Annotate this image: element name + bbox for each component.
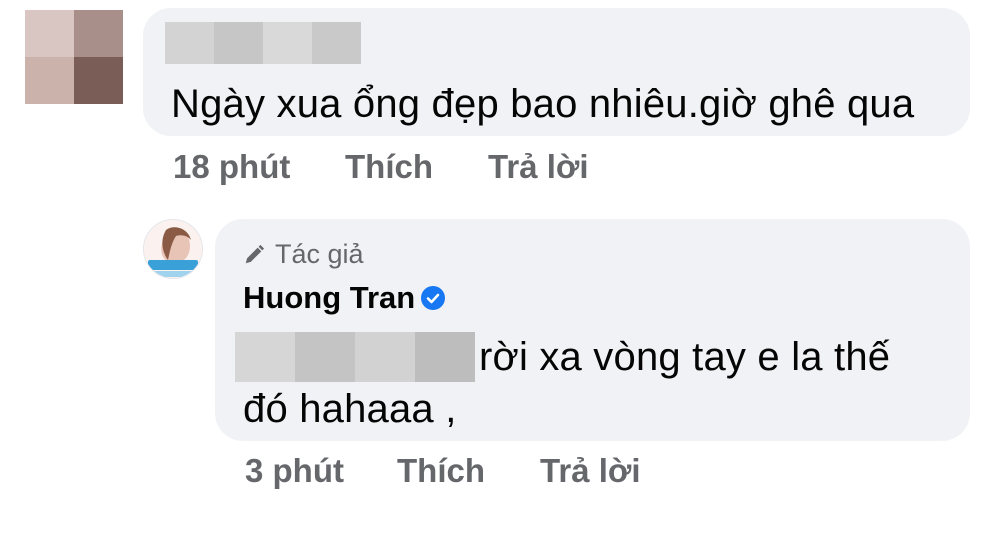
comment-bubble: Ngày xua ổng đẹp bao nhiêu.giờ ghê qua: [143, 8, 970, 136]
comment-timestamp[interactable]: 18 phút: [173, 148, 290, 186]
author-avatar-image: [144, 220, 202, 278]
reply-button[interactable]: Trả lời: [488, 148, 589, 186]
author-name[interactable]: Huong Tran: [243, 280, 415, 316]
pencil-icon: [245, 244, 265, 263]
like-button[interactable]: Thích: [345, 148, 433, 186]
tagged-name-blurred[interactable]: [235, 332, 475, 382]
reply-reply-button[interactable]: Trả lời: [540, 452, 641, 490]
author-avatar[interactable]: [143, 219, 203, 279]
author-badge: Tác giả: [243, 239, 364, 270]
commenter-avatar-blurred[interactable]: [25, 10, 123, 104]
reply-timestamp[interactable]: 3 phút: [245, 452, 344, 490]
commenter-name-blurred[interactable]: [165, 22, 361, 64]
reply-text-line2: đó hahaaa ,: [243, 387, 457, 431]
author-name-row: Huong Tran: [243, 280, 446, 316]
reply-text-line1: rời xa vòng tay e la thế: [479, 335, 891, 379]
comment-text: Ngày xua ổng đẹp bao nhiêu.giờ ghê qua: [171, 82, 915, 126]
reply-bubble: Tác giả Huong Tran rời xa vòng tay e la …: [215, 219, 970, 441]
author-badge-label: Tác giả: [275, 239, 364, 269]
verified-badge-icon: [421, 286, 446, 310]
reply-like-button[interactable]: Thích: [397, 452, 485, 490]
